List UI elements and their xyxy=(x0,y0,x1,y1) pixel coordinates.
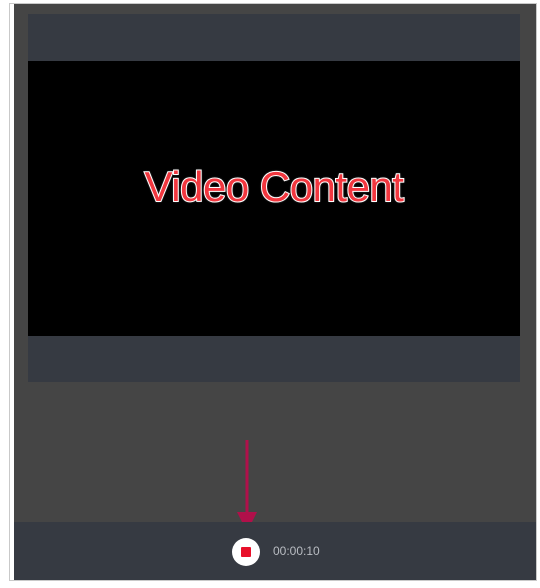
video-content-label: Video Content xyxy=(144,162,405,211)
control-bar: 00:00:10 xyxy=(14,522,536,580)
video-preview: Video Content xyxy=(28,61,520,336)
stop-square-icon xyxy=(241,547,251,557)
recording-timer: 00:00:10 xyxy=(273,544,320,558)
screen-recorder: Video Content 00:00:10 xyxy=(14,4,536,580)
stop-recording-button[interactable] xyxy=(232,538,260,566)
video-panel: Video Content xyxy=(28,14,520,382)
